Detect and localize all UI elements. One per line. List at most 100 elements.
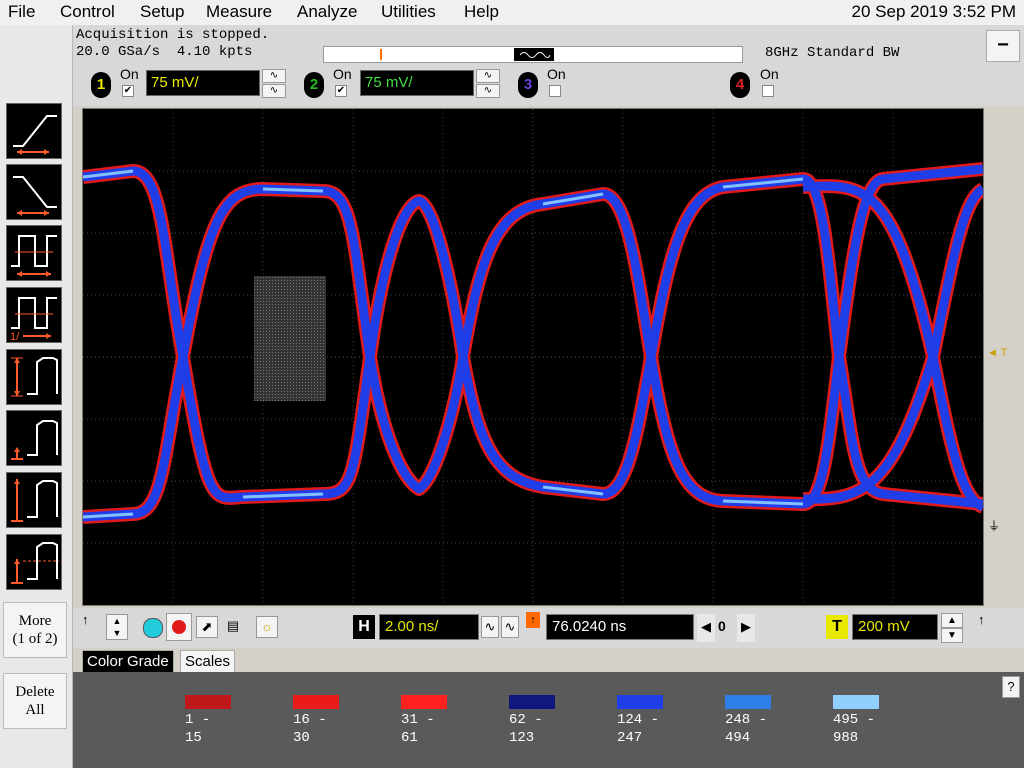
horizontal-delay-field[interactable]: 76.0240 ns [546, 614, 694, 640]
channel-3-badge[interactable]: 3 [518, 72, 538, 98]
channel-4-number: 4 [735, 76, 745, 93]
channel-4-badge[interactable]: 4 [730, 72, 750, 98]
legend-range-high: 494 [725, 730, 751, 746]
svg-text:1/: 1/ [10, 331, 20, 342]
overview-window[interactable] [514, 48, 554, 61]
delay-right-button[interactable]: ▶ [737, 614, 755, 642]
menu-utilities[interactable]: Utilities [381, 2, 436, 22]
legend-range-high: 15 [185, 730, 202, 746]
time-scale-field[interactable]: 2.00 ns/ [379, 614, 479, 640]
frequency-icon: 1/ [10, 297, 57, 342]
tab-color-grade[interactable]: Color Grade [82, 650, 174, 672]
minimize-button[interactable]: − [986, 30, 1020, 62]
more-page-label: (1 of 2) [12, 631, 58, 647]
rise-time-button[interactable] [6, 103, 62, 159]
memory-depth: 4.10 kpts [176, 44, 253, 60]
scroll-up-arrow[interactable]: ↑ [82, 612, 89, 627]
channel-3-checkbox[interactable] [549, 85, 561, 97]
period-button[interactable] [6, 225, 62, 281]
persistence-dot-icon[interactable] [143, 618, 163, 638]
more-label: More [18, 613, 52, 629]
waveform-overview-bar[interactable] [323, 46, 743, 63]
vpp-button[interactable] [6, 472, 62, 528]
legend-range-low: 31 - [401, 712, 435, 728]
tab-scales[interactable]: Scales [180, 650, 236, 672]
menu-control[interactable]: Control [60, 2, 115, 22]
menu-bar: File Control Setup Measure Analyze Utili… [0, 0, 1024, 26]
delay-left-button[interactable]: ◀ [697, 614, 715, 642]
scroll-up-arrow-right[interactable]: ↑ [978, 612, 985, 627]
trigger-level-field[interactable]: 200 mV [852, 614, 938, 640]
top-level-icon [11, 420, 58, 460]
legend-range-low: 248 - [725, 712, 768, 728]
channel-1-scale-up-button[interactable]: ∿ [262, 69, 286, 83]
measurement-toolbar: 1/ More (1 of 2) Delete All [0, 25, 73, 768]
rise-time-icon [13, 115, 57, 155]
brightness-icon[interactable]: ☼ [256, 616, 278, 638]
channel-2-checkbox[interactable]: ✔ [335, 85, 347, 97]
channel-4-checkbox[interactable] [762, 85, 774, 97]
amplitude-icon [11, 357, 58, 397]
clear-display-icon[interactable]: ▤ [222, 616, 244, 638]
menu-analyze[interactable]: Analyze [297, 2, 357, 22]
period-icon [11, 235, 57, 277]
time-scale-coarse-button[interactable]: ∿ [501, 616, 519, 638]
frequency-button[interactable]: 1/ [6, 287, 62, 343]
channel-1-scale-field[interactable]: 75 mV/ [146, 70, 260, 96]
menu-file[interactable]: File [8, 2, 35, 22]
delete-all-label: All [25, 702, 45, 718]
delete-all-button[interactable]: Delete All [3, 673, 67, 729]
channel-2-scale-down-button[interactable]: ∿ [476, 84, 500, 98]
display-scroll-button[interactable]: ▲ ▼ [106, 614, 128, 640]
legend-range-high: 123 [509, 730, 535, 746]
help-button[interactable]: ? [1002, 676, 1020, 698]
trigger-level-marker[interactable]: ◄ T [987, 347, 1007, 359]
legend-swatch [617, 695, 663, 709]
time-scale-fine-button[interactable]: ∿ [481, 616, 499, 638]
acquisition-status: Acquisition is stopped. [76, 27, 270, 43]
channel-2-scale-up-button[interactable]: ∿ [476, 69, 500, 83]
channel-2-scale-field[interactable]: 75 mV/ [360, 70, 474, 96]
channel-1-badge[interactable]: 1 [91, 72, 111, 98]
channel-2-on-label: On [333, 66, 352, 82]
mask-region [254, 276, 326, 401]
sample-rate: 20.0 GSa/s [76, 44, 161, 60]
zoom-window-icon[interactable]: ⬈ [196, 616, 218, 638]
fall-time-button[interactable] [6, 164, 62, 220]
legend-range-low: 1 - [185, 712, 211, 728]
legend-range-high: 247 [617, 730, 643, 746]
delay-reference-value: 0 [718, 618, 726, 634]
channel-1-checkbox[interactable]: ✔ [122, 85, 134, 97]
waveform-display[interactable] [82, 108, 987, 606]
date-time: 20 Sep 2019 3:52 PM [851, 2, 1016, 21]
trigger-label: T [826, 615, 848, 639]
vavg-button[interactable] [6, 534, 62, 590]
menu-measure[interactable]: Measure [206, 2, 272, 22]
channel-3-on-label: On [547, 66, 566, 82]
horizontal-label: H [353, 615, 375, 639]
more-button[interactable]: More (1 of 2) [3, 602, 67, 658]
color-grade-legend [73, 672, 1024, 768]
menu-setup[interactable]: Setup [140, 2, 184, 22]
channel-1-scale-down-button[interactable]: ∿ [262, 84, 286, 98]
legend-swatch [509, 695, 555, 709]
legend-range-low: 62 - [509, 712, 543, 728]
legend-range-low: 124 - [617, 712, 660, 728]
legend-swatch [401, 695, 447, 709]
top-level-button[interactable] [6, 410, 62, 466]
trigger-level-up-button[interactable]: ▲ [941, 613, 963, 628]
legend-swatch [185, 695, 231, 709]
channel-1-on-label: On [120, 66, 139, 82]
overview-trigger-marker [380, 49, 382, 60]
channel-4-on-label: On [760, 66, 779, 82]
channel-2-badge[interactable]: 2 [304, 72, 324, 98]
color-grade-toggle[interactable] [166, 613, 192, 641]
amplitude-button[interactable] [6, 349, 62, 405]
legend-range-high: 988 [833, 730, 859, 746]
channel-3-number: 3 [523, 76, 533, 93]
menu-help[interactable]: Help [464, 2, 499, 22]
acquisition-rate: 20.0 GSa/s 4.10 kpts [76, 44, 252, 60]
trigger-level-down-button[interactable]: ▼ [941, 628, 963, 643]
bandwidth-label: 8GHz Standard BW [765, 45, 900, 61]
trigger-position-icon: ↑ [526, 612, 540, 628]
